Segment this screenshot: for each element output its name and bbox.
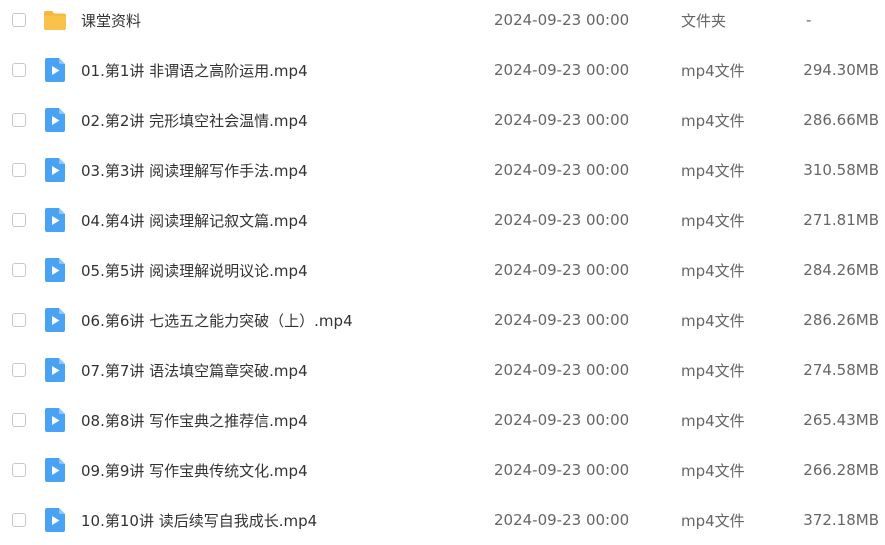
file-row[interactable]: 09.第9讲 写作宝典传统文化.mp4 2024-09-23 00:00 mp4文件… — [0, 445, 885, 495]
file-type: mp4文件 — [681, 261, 745, 280]
row-checkbox[interactable] — [12, 313, 26, 327]
file-type: mp4文件 — [681, 311, 745, 330]
file-type: 文件夹 — [681, 11, 727, 30]
file-size: 310.58MB — [803, 161, 879, 179]
file-modified-date: 2024-09-23 00:00 — [494, 411, 630, 429]
file-modified-date: 2024-09-23 00:00 — [494, 361, 630, 379]
file-list: 课堂资料 2024-09-23 00:00 文件夹 - 01.第1讲 非谓语之高阶运用.… — [0, 0, 885, 532]
file-size: 265.43MB — [803, 411, 879, 429]
file-name[interactable]: 04.第4讲 阅读理解记叙文篇.mp4 — [81, 210, 308, 231]
file-row[interactable]: 03.第3讲 阅读理解写作手法.mp4 2024-09-23 00:00 mp4文件… — [0, 145, 885, 195]
file-type: mp4文件 — [681, 361, 745, 380]
video-file-icon — [43, 508, 67, 532]
file-type: mp4文件 — [681, 211, 745, 230]
file-size: 266.28MB — [803, 461, 879, 479]
file-type: mp4文件 — [681, 111, 745, 130]
file-name[interactable]: 07.第7讲 语法填空篇章突破.mp4 — [81, 360, 308, 381]
file-type: mp4文件 — [681, 511, 745, 530]
file-size: 271.81MB — [803, 211, 879, 229]
file-modified-date: 2024-09-23 00:00 — [494, 111, 630, 129]
video-file-icon — [43, 208, 67, 232]
row-checkbox[interactable] — [12, 63, 26, 77]
file-size: 294.30MB — [803, 61, 879, 79]
row-checkbox[interactable] — [12, 363, 26, 377]
file-type: mp4文件 — [681, 61, 745, 80]
row-checkbox[interactable] — [12, 513, 26, 527]
file-row[interactable]: 06.第6讲 七选五之能力突破（上）.mp4 2024-09-23 00:00 mp… — [0, 295, 885, 345]
file-type: mp4文件 — [681, 411, 745, 430]
folder-icon — [43, 8, 67, 32]
video-file-icon — [43, 458, 67, 482]
file-modified-date: 2024-09-23 00:00 — [494, 261, 630, 279]
file-modified-date: 2024-09-23 00:00 — [494, 311, 630, 329]
file-name[interactable]: 09.第9讲 写作宝典传统文化.mp4 — [81, 460, 308, 481]
video-file-icon — [43, 58, 67, 82]
file-name[interactable]: 08.第8讲 写作宝典之推荐信.mp4 — [81, 410, 308, 431]
file-size: 286.26MB — [803, 311, 879, 329]
file-size: 284.26MB — [803, 261, 879, 279]
file-modified-date: 2024-09-23 00:00 — [494, 161, 630, 179]
file-size: 274.58MB — [803, 361, 879, 379]
file-row[interactable]: 08.第8讲 写作宝典之推荐信.mp4 2024-09-23 00:00 mp4文件… — [0, 395, 885, 445]
video-file-icon — [43, 408, 67, 432]
row-checkbox[interactable] — [12, 13, 26, 27]
video-file-icon — [43, 158, 67, 182]
file-name[interactable]: 06.第6讲 七选五之能力突破（上）.mp4 — [81, 310, 353, 331]
file-size: 286.66MB — [803, 111, 879, 129]
row-checkbox[interactable] — [12, 263, 26, 277]
file-modified-date: 2024-09-23 00:00 — [494, 511, 630, 529]
file-name[interactable]: 02.第2讲 完形填空社会温情.mp4 — [81, 110, 308, 131]
file-row[interactable]: 04.第4讲 阅读理解记叙文篇.mp4 2024-09-23 00:00 mp4文件… — [0, 195, 885, 245]
file-row[interactable]: 05.第5讲 阅读理解说明议论.mp4 2024-09-23 00:00 mp4文件… — [0, 245, 885, 295]
file-type: mp4文件 — [681, 161, 745, 180]
file-size: - — [806, 11, 812, 29]
file-row[interactable]: 01.第1讲 非谓语之高阶运用.mp4 2024-09-23 00:00 mp4文件… — [0, 45, 885, 95]
file-name[interactable]: 01.第1讲 非谓语之高阶运用.mp4 — [81, 60, 308, 81]
file-modified-date: 2024-09-23 00:00 — [494, 11, 630, 29]
file-row[interactable]: 02.第2讲 完形填空社会温情.mp4 2024-09-23 00:00 mp4文件… — [0, 95, 885, 145]
file-modified-date: 2024-09-23 00:00 — [494, 61, 630, 79]
file-name[interactable]: 03.第3讲 阅读理解写作手法.mp4 — [81, 160, 308, 181]
file-name[interactable]: 05.第5讲 阅读理解说明议论.mp4 — [81, 260, 308, 281]
video-file-icon — [43, 308, 67, 332]
video-file-icon — [43, 258, 67, 282]
video-file-icon — [43, 358, 67, 382]
row-checkbox[interactable] — [12, 163, 26, 177]
video-file-icon — [43, 108, 67, 132]
file-row[interactable]: 07.第7讲 语法填空篇章突破.mp4 2024-09-23 00:00 mp4文件… — [0, 345, 885, 395]
file-name[interactable]: 课堂资料 — [81, 10, 141, 31]
folder-row[interactable]: 课堂资料 2024-09-23 00:00 文件夹 - — [0, 0, 885, 45]
row-checkbox[interactable] — [12, 213, 26, 227]
file-row[interactable]: 10.第10讲 读后续写自我成长.mp4 2024-09-23 00:00 mp4文… — [0, 495, 885, 545]
row-checkbox[interactable] — [12, 463, 26, 477]
file-modified-date: 2024-09-23 00:00 — [494, 211, 630, 229]
file-modified-date: 2024-09-23 00:00 — [494, 461, 630, 479]
file-name[interactable]: 10.第10讲 读后续写自我成长.mp4 — [81, 510, 317, 531]
row-checkbox[interactable] — [12, 113, 26, 127]
row-checkbox[interactable] — [12, 413, 26, 427]
file-type: mp4文件 — [681, 461, 745, 480]
file-size: 372.18MB — [803, 511, 879, 529]
